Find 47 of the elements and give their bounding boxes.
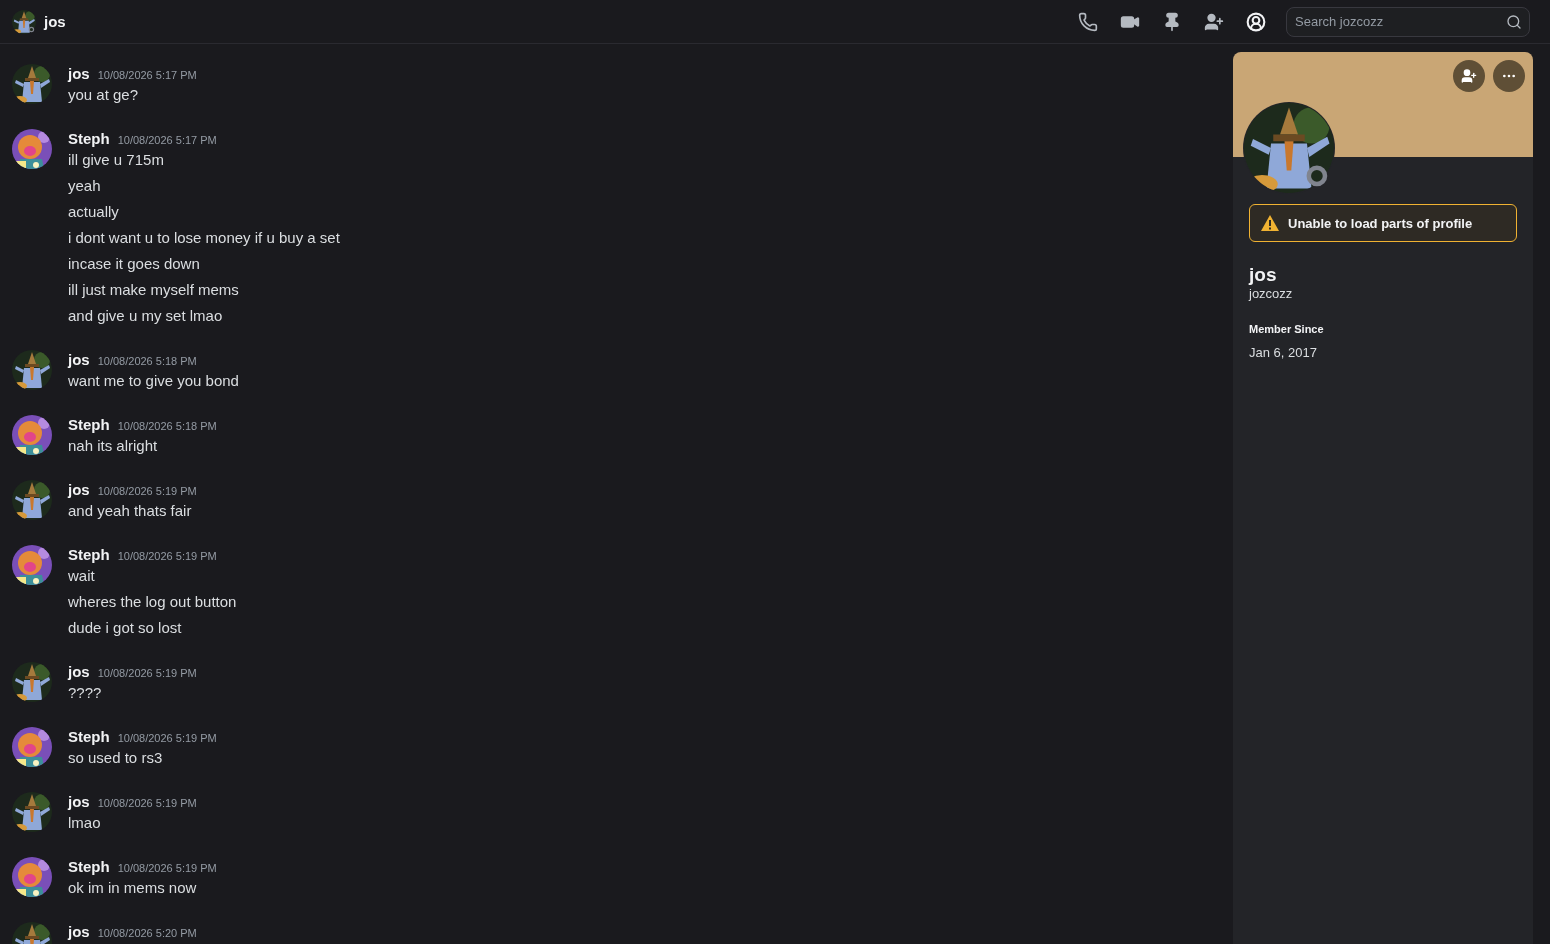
message-text: and give u my set lmao: [68, 306, 224, 326]
username: jozcozz: [1249, 286, 1294, 301]
author-name: Steph: [68, 727, 110, 747]
message-text: i dont want u to lose money if u buy a set: [68, 228, 340, 248]
timestamp: 10/08/2026 5:18 PM: [117, 420, 217, 432]
author-name: jos: [68, 792, 90, 812]
timestamp: 10/08/2026 5:19 PM: [97, 797, 197, 809]
author-name: Steph: [68, 545, 110, 565]
message-text: and yeah thats fair: [68, 501, 193, 521]
author-name: jos: [68, 922, 90, 942]
message-text: incase it goes down: [68, 254, 201, 274]
section-label: Member Since: [1249, 323, 1325, 335]
message-text: ill give u 715m: [68, 150, 165, 170]
timestamp: 10/08/2026 5:17 PM: [117, 134, 217, 146]
timestamp: 10/08/2026 5:19 PM: [117, 862, 217, 874]
message-text: so used to rs3: [68, 748, 164, 768]
message-text: actually: [68, 202, 120, 222]
author-name: jos: [68, 480, 90, 500]
timestamp: 10/08/2026 5:20 PM: [97, 927, 197, 939]
warning-text: Unable to load parts of profile: [1288, 215, 1473, 231]
message-text: yeah: [68, 176, 102, 196]
timestamp: 10/08/2026 5:19 PM: [117, 732, 217, 744]
message-text: wait: [68, 566, 96, 586]
message-text: dude i got so lost: [68, 618, 183, 638]
message-text: ok im in mems now: [68, 878, 198, 898]
message-text: lmao: [68, 813, 102, 833]
message-text: you at ge?: [68, 85, 140, 105]
channel-title: jos: [44, 13, 66, 30]
display-name: jos: [1249, 264, 1278, 286]
author-name: Steph: [68, 129, 110, 149]
timestamp: 10/08/2026 5:18 PM: [97, 355, 197, 367]
author-name: jos: [68, 350, 90, 370]
message-text: ill just make myself mems: [68, 280, 240, 300]
message-text: wheres the log out button: [68, 592, 237, 612]
timestamp: 10/08/2026 5:19 PM: [117, 550, 217, 562]
timestamp: 10/08/2026 5:19 PM: [97, 667, 197, 679]
message-text: want me to give you bond: [68, 371, 239, 391]
author-name: jos: [68, 64, 90, 84]
author-name: jos: [68, 662, 90, 682]
message-text: ????: [68, 683, 103, 703]
author-name: Steph: [68, 415, 110, 435]
timestamp: 10/08/2026 5:19 PM: [97, 485, 197, 497]
message-text: nah its alright: [68, 436, 159, 456]
timestamp: 10/08/2026 5:17 PM: [97, 69, 197, 81]
search-field[interactable]: Search jozcozz: [1286, 6, 1530, 37]
author-name: Steph: [68, 857, 110, 877]
member-since-date: Jan 6, 2017: [1249, 345, 1318, 360]
